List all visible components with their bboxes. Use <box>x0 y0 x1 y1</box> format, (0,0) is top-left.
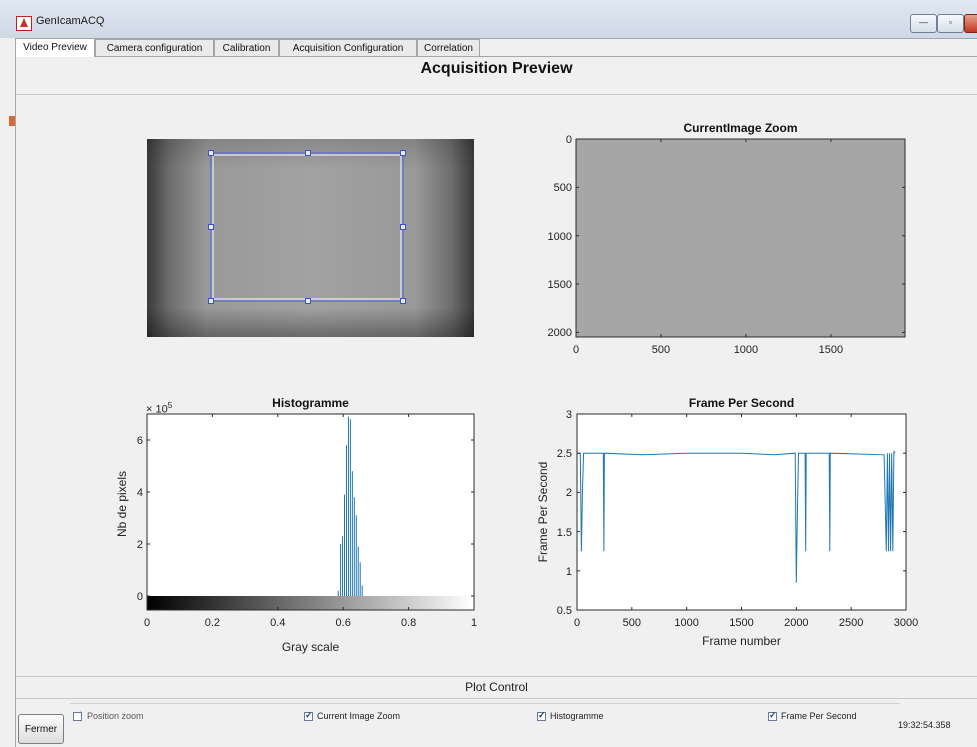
histogram-title: Histogramme <box>272 396 349 410</box>
histogram-y-tick-label: 0 <box>136 591 143 603</box>
fps-x-tick-label: 1500 <box>729 617 754 629</box>
histogram-x-tick-label: 0.2 <box>204 617 221 629</box>
fps-ylabel: Frame Per Second <box>536 461 550 563</box>
zoom-x-tick-label: 0 <box>572 344 580 356</box>
roi-handle <box>305 150 311 156</box>
roi-handle <box>400 224 406 230</box>
roi-handle <box>305 298 311 304</box>
fps-y-tick-label: 0.5 <box>556 605 572 617</box>
zoom-x-tick-label: 1500 <box>818 344 844 356</box>
zoom-y-tick-label: 1500 <box>547 279 572 292</box>
frame-per-second-checkbox[interactable] <box>768 710 777 721</box>
roi-handle <box>208 298 214 304</box>
grayscale-colorbar <box>147 596 474 610</box>
fps-y-tick-label: 2 <box>565 487 572 500</box>
fps-title: Frame Per Second <box>688 396 795 410</box>
histogram-multiplier: × 105 <box>146 401 173 416</box>
current-image-zoom-checkbox[interactable] <box>304 710 313 721</box>
fps-x-tick-label: 1000 <box>674 617 699 629</box>
roi-handle <box>208 150 214 156</box>
fps-y-tick-label: 2.5 <box>556 448 572 461</box>
histogram-x-tick-label: 0.8 <box>400 617 417 629</box>
histogramme-checkbox[interactable] <box>537 710 546 721</box>
plot-control-title: Plot Control <box>465 680 528 694</box>
fps-y-tick-label: 1 <box>565 565 572 578</box>
roi-handle <box>400 298 406 304</box>
fps-y-tick-label: 3 <box>565 409 572 421</box>
histogram-exponent: 5 <box>167 401 173 410</box>
preview-image <box>147 139 474 337</box>
zoom-title: CurrentImage Zoom <box>683 121 798 135</box>
fps-xlabel: Frame number <box>702 634 781 648</box>
fps-x-tick-label: 2500 <box>838 617 864 629</box>
zoom-image <box>575 138 906 338</box>
zoom-y-tick-label: 2000 <box>547 327 572 340</box>
position-zoom-checkbox[interactable] <box>73 712 82 721</box>
histogram-x-tick-label: 0 <box>143 617 151 629</box>
histogram-x-tick-label: 1 <box>470 617 478 629</box>
tab-video-preview[interactable]: Video Preview <box>15 38 95 57</box>
zoom-x-tick-label: 500 <box>651 344 671 356</box>
roi-handle <box>400 150 406 156</box>
histogram-x-tick-label: 0.6 <box>335 617 351 629</box>
fps-x-tick-label: 2000 <box>784 617 809 629</box>
plot-control-separator <box>16 676 977 677</box>
position-zoom-label: Position zoom <box>87 711 144 721</box>
zoom-y-tick-label: 1000 <box>547 230 572 243</box>
fps-x-tick-label: 0 <box>573 617 581 629</box>
histogram-x-tick-label: 0.4 <box>270 617 286 629</box>
zoom-y-tick-label: 500 <box>553 182 572 195</box>
timestamp-label: 19:32:54.358 <box>898 720 951 730</box>
current-image-zoom-label: Current Image Zoom <box>317 711 401 721</box>
fps-x-tick-label: 3000 <box>893 617 919 629</box>
fps-y-tick-label: 1.5 <box>556 526 572 539</box>
zoom-axes <box>575 138 906 338</box>
zoom-y-tick-label: 0 <box>565 134 572 146</box>
fps-axes <box>576 413 907 611</box>
roi-handle <box>208 224 214 230</box>
histogram-y-tick-label: 4 <box>136 487 143 499</box>
frame-per-second-label: Frame Per Second <box>781 711 857 721</box>
histogramme-label: Histogramme <box>550 711 604 721</box>
histogram-y-tick-label: 2 <box>136 539 143 551</box>
plot-control-inner-separator <box>16 698 977 699</box>
zoom-x-tick-label: 1000 <box>733 344 759 356</box>
histogram-xlabel: Gray scale <box>281 640 340 654</box>
histogram-y-tick-label: 6 <box>136 435 143 447</box>
histogram-axes <box>146 413 475 611</box>
fps-x-tick-label: 500 <box>622 617 641 629</box>
fermer-button[interactable]: Fermer <box>18 714 64 744</box>
